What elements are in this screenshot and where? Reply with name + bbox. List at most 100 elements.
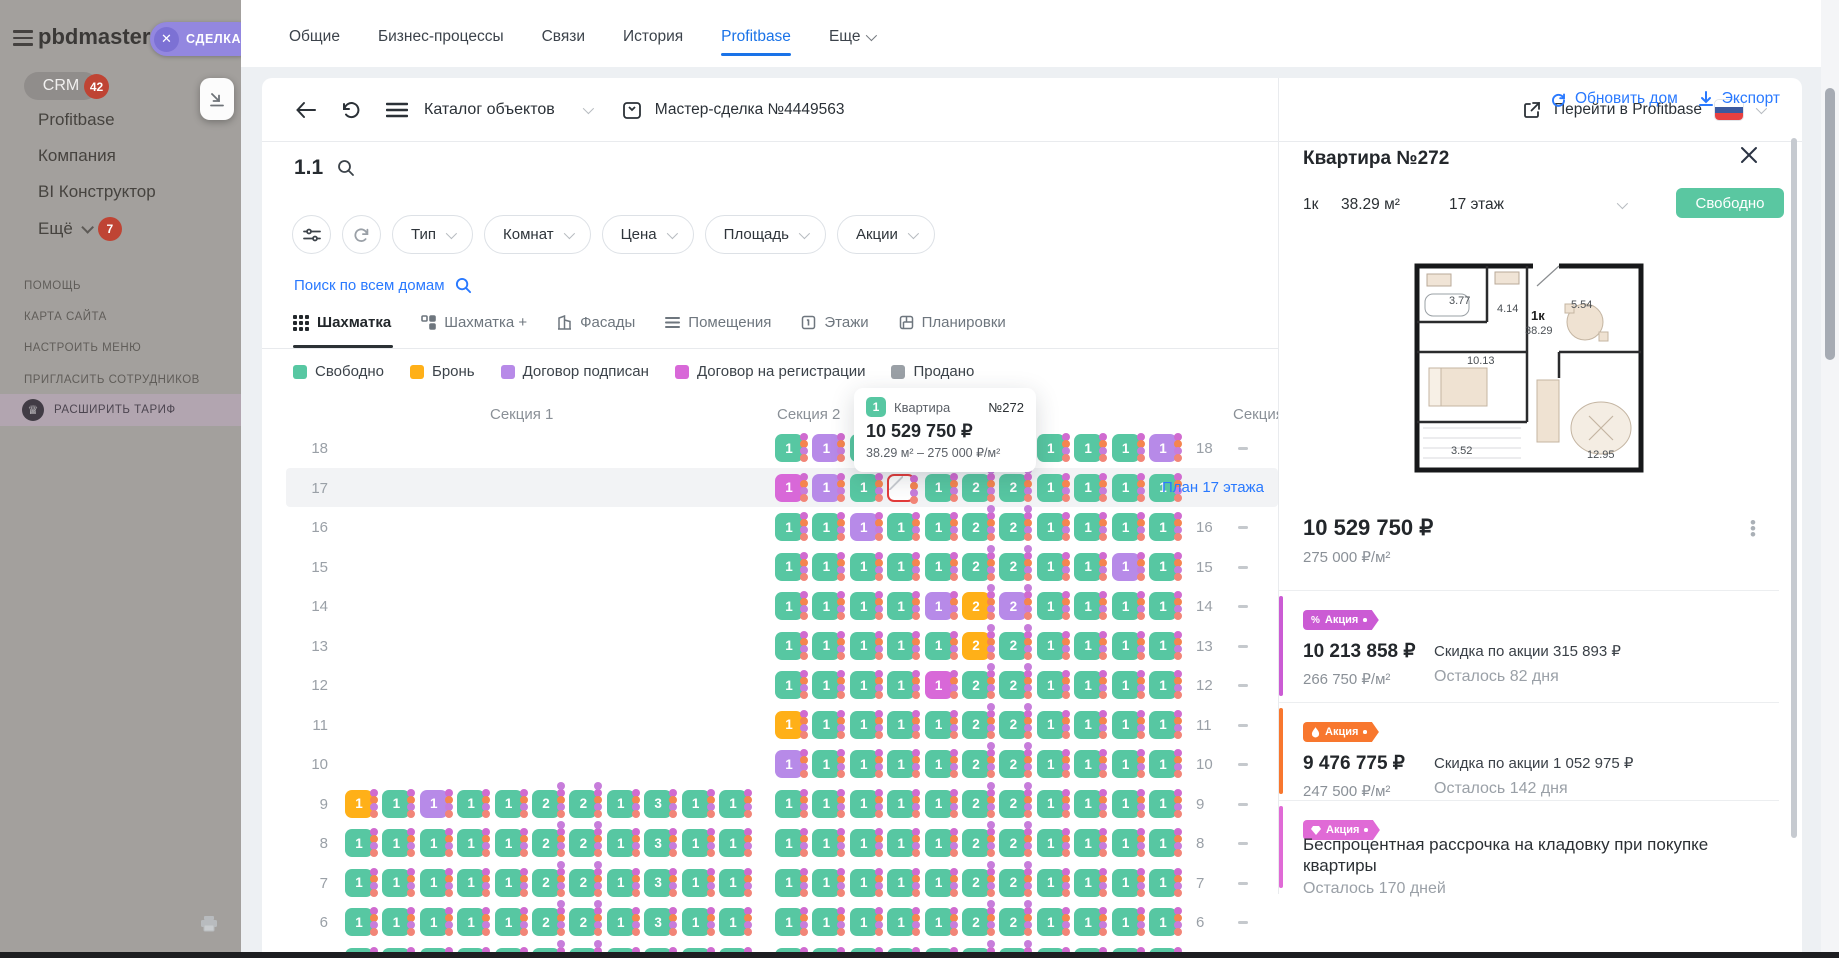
apartment-cell[interactable]: 1: [812, 829, 840, 857]
tab-история[interactable]: История: [623, 28, 683, 56]
apartment-cell[interactable]: 3: [644, 869, 672, 897]
apartment-cell[interactable]: 2: [999, 592, 1027, 620]
apartment-cell[interactable]: 1: [1112, 632, 1140, 660]
apartment-cell[interactable]: 1: [850, 553, 878, 581]
apartment-cell[interactable]: 2: [999, 513, 1027, 541]
sidebar-menu-icon[interactable]: [13, 30, 33, 50]
apartment-cell[interactable]: 1: [607, 908, 635, 936]
apartment-cell[interactable]: 1: [682, 908, 710, 936]
apartment-cell[interactable]: 1: [850, 474, 878, 502]
apartment-cell[interactable]: 1: [607, 869, 635, 897]
apartment-cell[interactable]: 1: [1037, 790, 1065, 818]
sidebar-utility-item[interactable]: ПОМОЩЬ: [24, 280, 81, 292]
close-icon[interactable]: ✕: [154, 27, 179, 52]
apartment-cell[interactable]: 1: [457, 869, 485, 897]
apartment-cell[interactable]: 1: [850, 671, 878, 699]
apartment-cell[interactable]: 2: [999, 908, 1027, 936]
apartment-cell[interactable]: 1: [1149, 671, 1177, 699]
apartment-cell[interactable]: 1: [1074, 829, 1102, 857]
apartment-cell[interactable]: 2: [999, 632, 1027, 660]
apartment-cell[interactable]: 1: [1037, 553, 1065, 581]
panel-scrollbar[interactable]: [1791, 138, 1797, 838]
apartment-cell[interactable]: 1: [1037, 671, 1065, 699]
sidebar-item-4[interactable]: Ещё7: [38, 217, 122, 241]
apartment-cell[interactable]: 1: [1112, 434, 1140, 462]
apartment-cell[interactable]: 2: [962, 869, 990, 897]
apartment-cell[interactable]: 2: [569, 869, 597, 897]
apartment-cell[interactable]: 1: [719, 829, 747, 857]
sidebar-item-upgrade[interactable]: ♕ РАСШИРИТЬ ТАРИФ: [0, 394, 241, 426]
apartment-cell[interactable]: 2: [569, 908, 597, 936]
apartment-cell[interactable]: 2: [962, 790, 990, 818]
back-icon[interactable]: [294, 100, 318, 120]
undo-icon[interactable]: [340, 100, 360, 120]
apartment-cell[interactable]: 1: [850, 829, 878, 857]
tab-бизнес-процессы[interactable]: Бизнес-процессы: [378, 28, 504, 56]
apartment-cell[interactable]: 2: [569, 829, 597, 857]
apartment-cell[interactable]: 1: [682, 829, 710, 857]
apartment-cell[interactable]: 1: [1074, 750, 1102, 778]
apartment-cell[interactable]: 1: [1149, 790, 1177, 818]
apartment-cell[interactable]: 1: [775, 474, 803, 502]
apartment-cell[interactable]: 1: [850, 790, 878, 818]
catalog-menu-icon[interactable]: [386, 102, 408, 118]
apartment-cell[interactable]: 1: [775, 553, 803, 581]
apartment-cell[interactable]: 2: [999, 553, 1027, 581]
apartment-cell[interactable]: 2: [962, 711, 990, 739]
apartment-cell[interactable]: 1: [420, 829, 448, 857]
apartment-cell[interactable]: 1: [1112, 908, 1140, 936]
apartment-cell[interactable]: 1: [850, 711, 878, 739]
apartment-cell[interactable]: 1: [925, 632, 953, 660]
refresh-house-button[interactable]: Обновить дом: [1550, 90, 1678, 108]
apartment-cell[interactable]: 1: [1074, 592, 1102, 620]
apartment-cell[interactable]: 1: [775, 592, 803, 620]
apartment-cell[interactable]: 1: [887, 632, 915, 660]
apartment-cell[interactable]: 2: [569, 790, 597, 818]
apartment-cell[interactable]: 1: [812, 671, 840, 699]
apartment-cell[interactable]: 1: [812, 632, 840, 660]
apartment-cell[interactable]: 1: [345, 908, 373, 936]
apartment-cell[interactable]: 1: [495, 790, 523, 818]
apartment-cell[interactable]: 2: [962, 671, 990, 699]
chevron-down-icon[interactable]: [583, 102, 594, 113]
apartment-cell[interactable]: 2: [962, 474, 990, 502]
apartment-cell[interactable]: 1: [1149, 553, 1177, 581]
tab-связи[interactable]: Связи: [542, 28, 585, 56]
apartment-cell[interactable]: 1: [925, 908, 953, 936]
apartment-cell[interactable]: 1: [495, 908, 523, 936]
apartment-cell[interactable]: 1: [1112, 711, 1140, 739]
apartment-cell[interactable]: 1: [1112, 671, 1140, 699]
apartment-cell[interactable]: 1: [682, 790, 710, 818]
apartment-cell[interactable]: 2: [999, 829, 1027, 857]
apartment-cell[interactable]: 3: [644, 829, 672, 857]
apartment-cell[interactable]: 2: [962, 908, 990, 936]
apartment-cell[interactable]: 1: [925, 790, 953, 818]
apartment-cell[interactable]: 1: [775, 829, 803, 857]
sidebar-utility-item[interactable]: ПРИГЛАСИТЬ СОТРУДНИКОВ: [24, 374, 200, 386]
apartment-cell[interactable]: 1: [1149, 592, 1177, 620]
apartment-cell[interactable]: 2: [999, 750, 1027, 778]
apartment-cell[interactable]: 1: [775, 908, 803, 936]
status-badge[interactable]: Свободно: [1676, 188, 1784, 218]
printer-icon[interactable]: [199, 914, 219, 934]
apartment-cell[interactable]: 1: [812, 434, 840, 462]
apartment-cell[interactable]: 1: [850, 750, 878, 778]
apartment-cell[interactable]: 1: [812, 592, 840, 620]
apartment-cell[interactable]: 3: [644, 908, 672, 936]
apartment-cell[interactable]: 1: [495, 869, 523, 897]
tab-profitbase[interactable]: Profitbase: [721, 28, 791, 56]
apartment-cell[interactable]: 1: [925, 711, 953, 739]
apartment-cell[interactable]: 1: [775, 513, 803, 541]
apartment-cell[interactable]: 1: [382, 869, 410, 897]
apartment-cell[interactable]: 1: [1149, 513, 1177, 541]
apartment-cell[interactable]: 1: [925, 750, 953, 778]
apartment-cell[interactable]: 1: [1037, 474, 1065, 502]
apartment-cell[interactable]: 1: [1112, 750, 1140, 778]
apartment-cell[interactable]: 1: [1074, 711, 1102, 739]
apartment-cell[interactable]: 2: [962, 829, 990, 857]
apartment-cell[interactable]: 1: [1074, 513, 1102, 541]
apartment-cell[interactable]: 1: [1074, 474, 1102, 502]
apartment-cell[interactable]: 1: [420, 790, 448, 818]
sidebar-collapse-button[interactable]: [200, 78, 234, 120]
apartment-cell[interactable]: 3: [644, 790, 672, 818]
